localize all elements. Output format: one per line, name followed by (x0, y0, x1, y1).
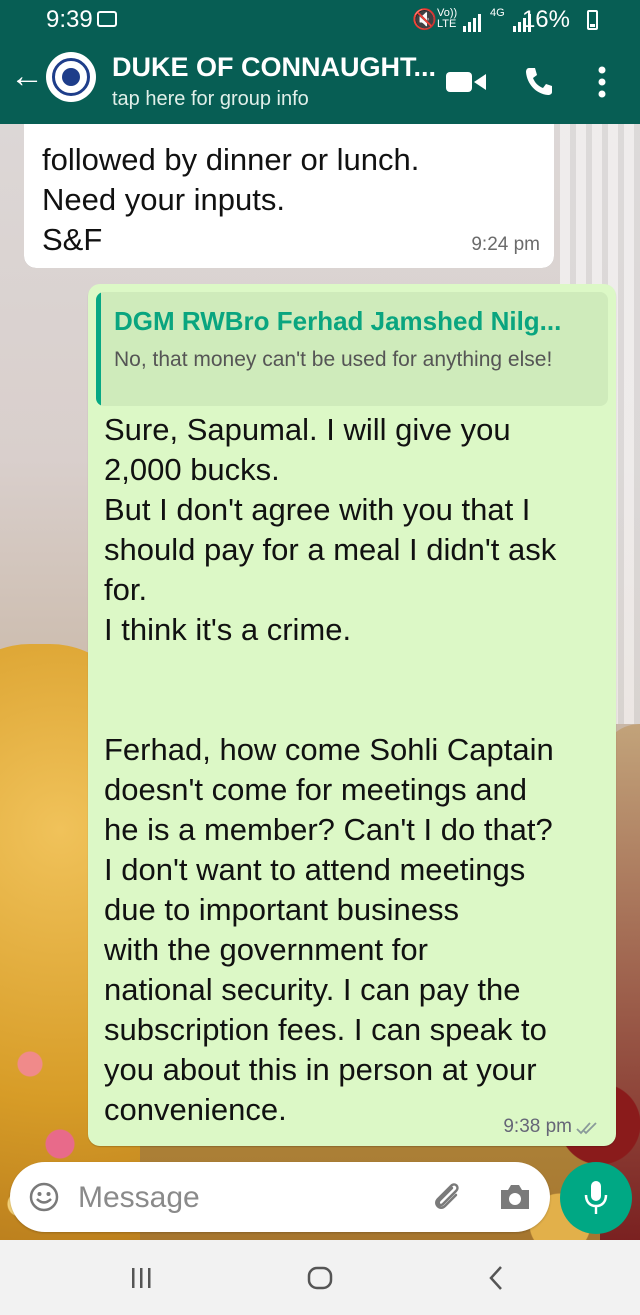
quoted-sender: DGM RWBro Ferhad Jamshed Nilg... (114, 306, 562, 336)
read-ticks-icon (576, 1122, 597, 1135)
incoming-message-text: followed by dinner or lunch. Need your i… (42, 142, 420, 257)
group-info-hint[interactable]: tap here for group info (112, 88, 309, 111)
group-name[interactable]: DUKE OF CONNAUGHT... (112, 52, 436, 83)
quote-accent-bar (96, 292, 101, 406)
status-time: 9:39 (46, 6, 93, 33)
emoji-icon[interactable] (28, 1181, 60, 1213)
avatar-emblem (52, 58, 90, 96)
voice-call-icon[interactable] (525, 66, 553, 96)
message-composer (10, 1162, 550, 1232)
mic-icon (584, 1181, 608, 1214)
calendar-notification-icon (97, 11, 117, 27)
recent-apps-icon[interactable] (130, 1266, 152, 1290)
outgoing-message-time: 9:38 pm (503, 1116, 572, 1137)
group-avatar[interactable] (46, 52, 96, 102)
android-nav-bar (0, 1240, 640, 1315)
more-options-icon[interactable] (592, 62, 612, 102)
battery-percent: 16% (521, 6, 570, 33)
incoming-message[interactable]: followed by dinner or lunch. Need your i… (24, 124, 554, 268)
4g-indicator: 4G (490, 7, 505, 19)
back-arrow-icon[interactable]: ← (10, 56, 44, 96)
incoming-message-time: 9:24 pm (471, 234, 540, 255)
app-bar: 9:39 🔇 Vo)) LTE 4G 16% ← DUKE OF CONNAUG… (0, 0, 640, 124)
voice-record-button[interactable] (560, 1162, 632, 1234)
video-call-icon[interactable] (446, 70, 486, 94)
quoted-reply[interactable]: DGM RWBro Ferhad Jamshed Nilg... No, tha… (96, 292, 608, 406)
nav-back-icon[interactable] (488, 1264, 504, 1292)
mute-icon: 🔇 (412, 9, 437, 31)
outgoing-message[interactable]: DGM RWBro Ferhad Jamshed Nilg... No, tha… (88, 284, 616, 1146)
battery-icon (587, 10, 598, 30)
attach-icon[interactable] (430, 1180, 464, 1214)
home-icon[interactable] (307, 1266, 333, 1290)
camera-icon[interactable] (498, 1182, 532, 1212)
volte-indicator: Vo)) LTE (437, 7, 458, 30)
quoted-text: No, that money can't be used for anythin… (114, 348, 553, 371)
message-input[interactable] (76, 1174, 400, 1222)
status-bar: 9:39 🔇 Vo)) LTE 4G 16% (0, 0, 640, 40)
outgoing-message-text: Sure, Sapumal. I will give you 2,000 buc… (104, 412, 557, 1127)
signal-bars-1-icon (463, 14, 481, 32)
